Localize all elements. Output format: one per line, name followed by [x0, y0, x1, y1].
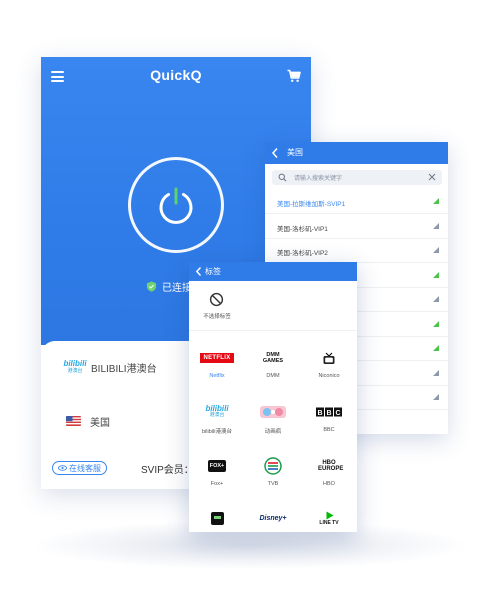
- tag-label: DMM: [266, 373, 280, 379]
- svg-text:B: B: [326, 410, 331, 417]
- tag-fox-plus[interactable]: FOX+ Fox+: [189, 458, 245, 492]
- tag-label: BBC: [323, 427, 335, 433]
- signal-icon: [433, 198, 439, 204]
- server-item[interactable]: 美国-拉斯维加斯-SVIP1: [265, 190, 448, 214]
- tvb-logo-icon: [251, 457, 295, 475]
- tag-label: Netflix: [209, 373, 225, 379]
- niconico-logo-icon: [307, 350, 351, 366]
- server-name: 美国-洛杉矶-VIP1: [277, 225, 328, 233]
- search-placeholder: 请输入搜索关键字: [294, 176, 343, 182]
- anime-logo-icon: [251, 404, 295, 420]
- tag-header: 标签: [189, 262, 357, 281]
- current-region-label: 美国: [90, 417, 110, 429]
- tag-item[interactable]: [189, 510, 245, 532]
- tag-label: TVB: [267, 481, 279, 487]
- hbo-logo-icon: HBO EUROPE: [307, 458, 351, 474]
- tag-bbc[interactable]: B B C BBC: [301, 404, 357, 438]
- search-icon: [278, 173, 287, 182]
- tag-niconico[interactable]: Niconico: [301, 350, 357, 384]
- bilibili-logo-text: bilibili: [205, 404, 229, 413]
- connect-power-button[interactable]: [128, 157, 224, 253]
- cart-icon[interactable]: [287, 69, 301, 83]
- no-tag-option[interactable]: 不选择标签: [189, 289, 245, 323]
- tag-label: Fox+: [210, 481, 224, 487]
- back-arrow-icon[interactable]: [195, 266, 202, 277]
- signal-icon: [433, 320, 439, 327]
- server-search-input[interactable]: 请输入搜索关键字: [272, 170, 442, 185]
- clear-icon[interactable]: [428, 173, 436, 181]
- signal-icon: [433, 345, 439, 351]
- bbc-logo-icon: B B C: [307, 404, 351, 420]
- netflix-logo-text: NETFLIX: [200, 353, 234, 363]
- tag-animation-madness[interactable]: 动画疯: [245, 404, 301, 438]
- status-text: 已连接: [162, 282, 192, 294]
- signal-icon: [433, 394, 439, 400]
- line-tv-logo-text: LINE TV: [319, 519, 339, 526]
- server-name: 美国-拉斯维加斯-SVIP1: [277, 201, 346, 208]
- current-tag-label: BILIBILI港澳台: [91, 363, 157, 375]
- back-arrow-icon[interactable]: [271, 147, 279, 159]
- signal-icon: [433, 296, 439, 302]
- signal-icon: [433, 369, 439, 376]
- server-name: 美国-洛杉矶-VIP2: [277, 250, 328, 257]
- tag-tvb[interactable]: TVB: [245, 457, 301, 492]
- tag-label: HBO: [323, 481, 335, 487]
- us-flag-icon: [66, 416, 81, 426]
- tag-selection-screen: 标签 不选择标签 NETFLIX Netflix DMM GAMES DMM N…: [189, 262, 357, 532]
- signal-icon: [433, 222, 439, 229]
- svg-text:B: B: [317, 410, 322, 417]
- online-support-label: 在线客服: [69, 463, 101, 473]
- tag-label: 动画疯: [264, 429, 282, 435]
- server-list-title: 美国: [287, 148, 303, 157]
- bilibili-logo-icon: bilibili 港澳台: [63, 359, 87, 375]
- svip-label: SVIP会员：: [141, 465, 194, 476]
- bilibili-logo-icon: bilibili 港澳台: [205, 404, 229, 419]
- tag-disney-plus[interactable]: Disney+: [245, 510, 301, 532]
- connection-status: 已连接: [146, 279, 192, 294]
- tag-label: bilibili港澳台: [202, 429, 232, 435]
- tag-dmm[interactable]: DMM GAMES DMM: [245, 350, 301, 384]
- disney-logo-text: Disney+: [259, 514, 287, 522]
- tag-bilibili[interactable]: bilibili 港澳台 bilibili港澳台: [189, 404, 245, 438]
- dmm-logo-icon: DMM GAMES: [251, 350, 295, 366]
- netflix-logo-icon: NETFLIX: [195, 350, 239, 366]
- line-tv-logo-icon: LINE TV: [307, 510, 351, 526]
- app-logo-icon: [195, 510, 239, 526]
- tag-netflix[interactable]: NETFLIX Netflix: [189, 350, 245, 384]
- tag-hbo[interactable]: HBO EUROPE HBO: [301, 458, 357, 492]
- signal-icon: [433, 271, 439, 278]
- tag-title: 标签: [205, 267, 221, 276]
- tag-label: Niconico: [318, 373, 340, 379]
- divider: [189, 330, 357, 331]
- prohibited-icon: [209, 292, 224, 307]
- server-item[interactable]: 美国-洛杉矶-VIP2: [265, 239, 448, 263]
- eye-icon: [58, 465, 67, 471]
- svg-text:C: C: [335, 410, 340, 417]
- power-icon: [159, 187, 193, 224]
- no-tag-label: 不选择标签: [203, 314, 231, 320]
- signal-icon: [433, 247, 439, 253]
- server-list-header: 美国: [265, 142, 448, 164]
- hbo-logo-text: HBO EUROPE: [318, 460, 344, 472]
- shield-check-icon: [146, 280, 157, 292]
- region-selector-row[interactable]: 美国: [66, 412, 110, 430]
- dmm-logo-text: DMM GAMES: [262, 352, 284, 364]
- tag-selector-row[interactable]: bilibili 港澳台 BILIBILI港澳台: [63, 355, 157, 379]
- app-title: QuickQ: [150, 67, 202, 83]
- fox-logo-text: FOX+: [207, 460, 227, 472]
- fox-plus-logo-icon: FOX+: [195, 458, 239, 474]
- disney-plus-logo-icon: Disney+: [251, 510, 295, 526]
- tag-line-tv[interactable]: LINE TV: [301, 510, 357, 532]
- online-support-button[interactable]: 在线客服: [52, 461, 107, 475]
- server-item[interactable]: 美国-洛杉矶-VIP1: [265, 215, 448, 239]
